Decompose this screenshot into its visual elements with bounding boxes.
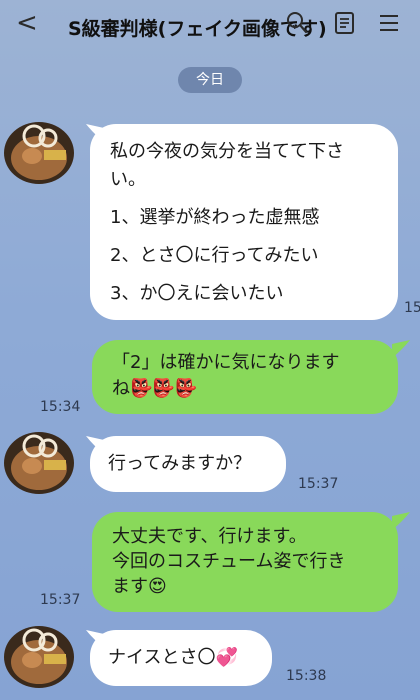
message-bubble: 「2」は確かに気になります ね👺👺👺: [92, 340, 398, 414]
avatar[interactable]: [4, 122, 74, 184]
message-text: 今回のコスチューム姿で行き: [112, 551, 346, 572]
message-bubble: ナイスとさ〇💞: [90, 630, 272, 686]
message-text: ます😍: [112, 576, 167, 597]
message-text: [110, 194, 378, 204]
message-time: 15:38: [286, 668, 327, 684]
avatar[interactable]: [4, 626, 74, 688]
search-icon[interactable]: [286, 11, 308, 35]
note-icon[interactable]: [334, 11, 356, 35]
message-text: 私の今夜の気分を当てて下さい。: [110, 141, 344, 190]
back-button[interactable]: <: [16, 8, 46, 38]
message-bubble: 私の今夜の気分を当てて下さい。 1、選挙が終わった虚無感 2、とさ〇に行ってみた…: [90, 124, 398, 320]
message-text: 3、か〇えに会いたい: [110, 283, 284, 304]
message-time: 15:34: [40, 399, 81, 415]
message-text: ね👺👺👺: [112, 378, 198, 399]
message-text: 大丈夫です、行けます。: [112, 526, 307, 547]
message-text: ナイスとさ〇💞: [108, 647, 238, 668]
message-text: 1、選挙が終わった虚無感: [110, 207, 320, 228]
message-time: 15:37: [40, 592, 81, 608]
message-time: 15: [404, 300, 420, 316]
message-bubble: 行ってみますか？: [90, 436, 286, 492]
menu-icon[interactable]: [378, 11, 400, 35]
chat-header: < S級審判様(フェイク画像です): [0, 0, 420, 52]
message-time: 15:37: [298, 476, 339, 492]
message-text: 行ってみますか？: [108, 453, 252, 474]
message-text: 「2」は確かに気になります: [112, 352, 340, 373]
avatar[interactable]: [4, 432, 74, 494]
date-chip: 今日: [178, 67, 242, 93]
message-bubble: 大丈夫です、行けます。 今回のコスチューム姿で行き ます😍: [92, 512, 398, 612]
message-text: 2、とさ〇に行ってみたい: [110, 245, 319, 266]
